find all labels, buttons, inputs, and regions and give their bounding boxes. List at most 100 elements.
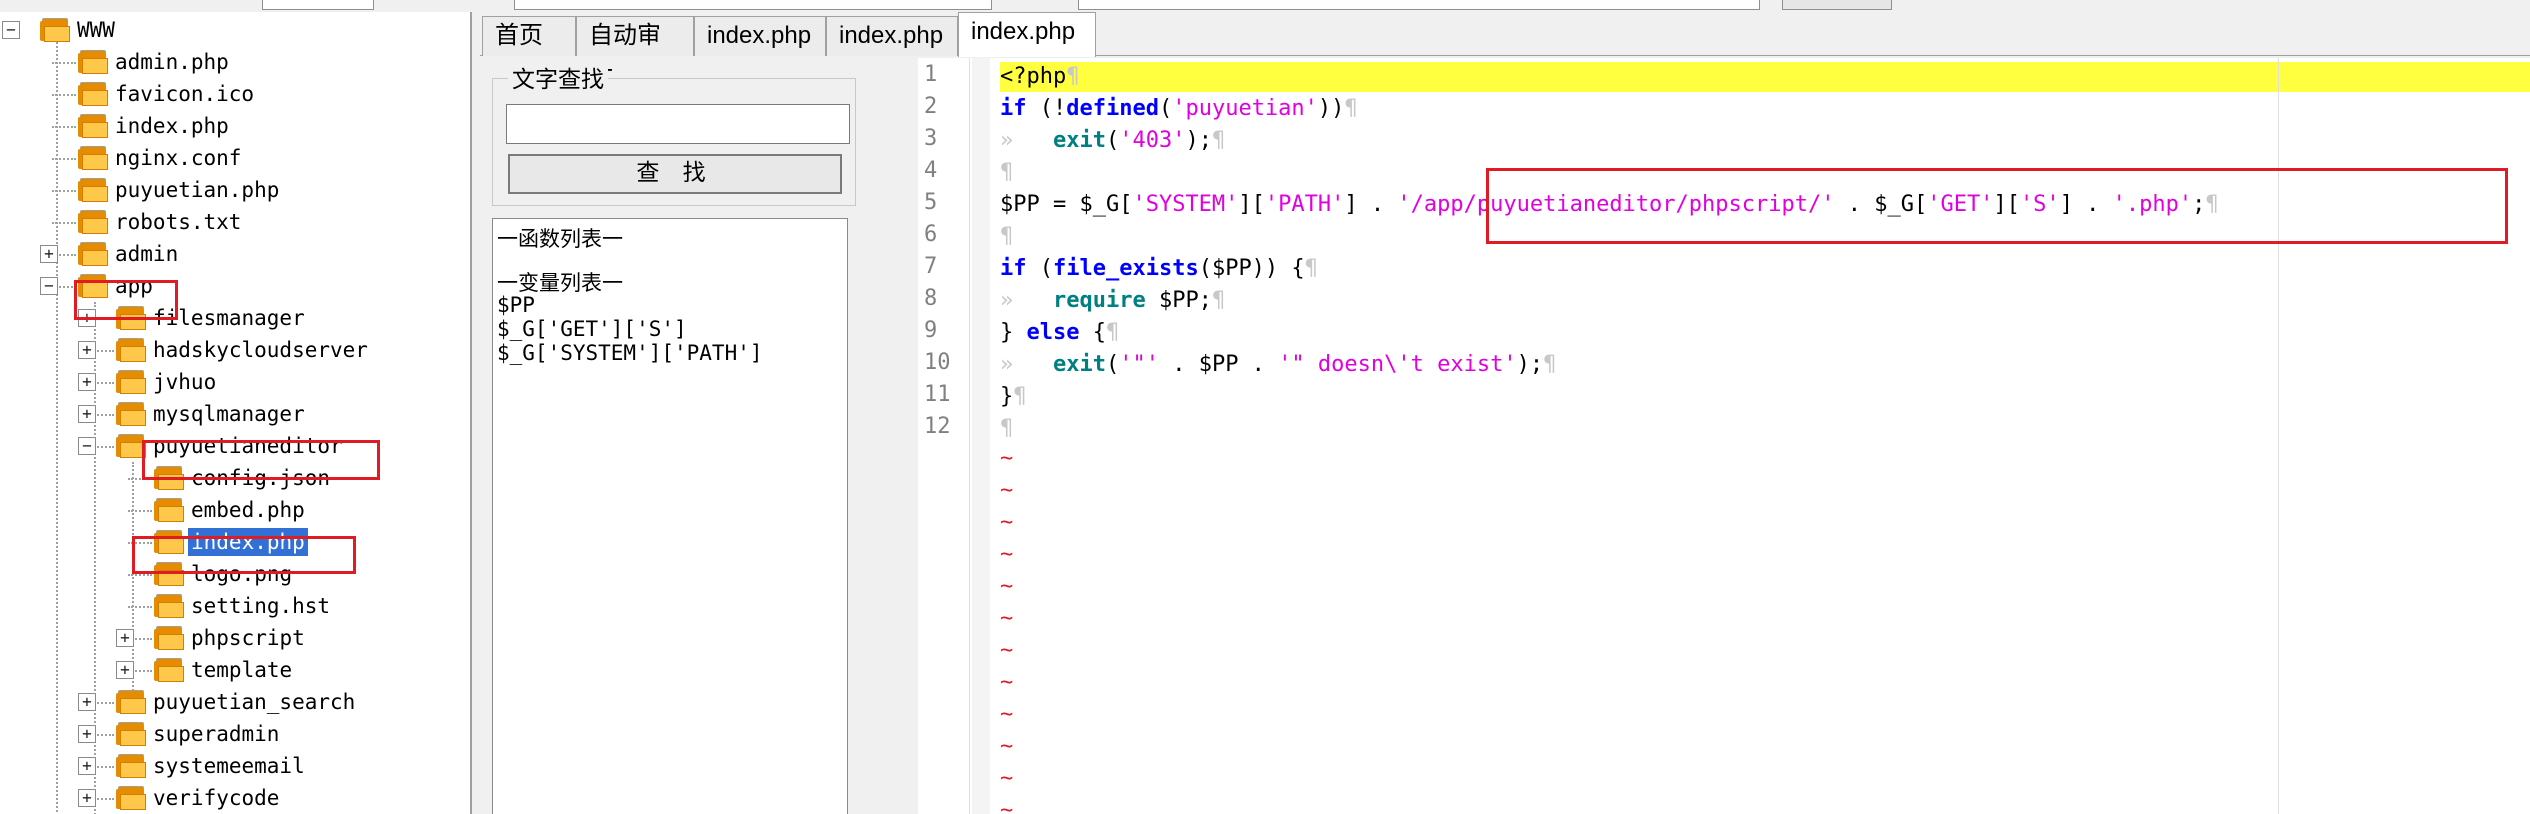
code-token: ¶ [1066, 64, 1080, 89]
code-token: ¶ [1344, 96, 1358, 121]
line-number: 3 [924, 126, 938, 151]
folder-icon [116, 370, 146, 394]
code-token: ¶ [1105, 320, 1120, 345]
tree-folder[interactable]: superadmin [116, 718, 282, 750]
expand-toggle[interactable]: + [116, 629, 134, 647]
variable-item[interactable]: $_G['SYSTEM']['PATH'] [497, 341, 763, 365]
code-line[interactable]: ¶ [1000, 222, 1013, 252]
code-line[interactable]: } else {¶ [1000, 318, 1119, 348]
tree-file[interactable]: robots.txt [78, 206, 244, 238]
folder-icon [78, 146, 108, 170]
variable-item[interactable]: $PP [497, 293, 535, 317]
tree-folder[interactable]: admin [78, 238, 181, 270]
line-number-gutter: 1 2 3 4 5 6 7 8 9 10 11 12 [918, 58, 970, 814]
expand-toggle[interactable]: + [78, 725, 96, 743]
search-button[interactable]: 查 找 [508, 154, 842, 194]
tree-item-label: puyuetian.php [115, 178, 280, 202]
tree-folder[interactable]: puyuetian_search [116, 686, 358, 718]
code-editor[interactable]: 1 2 3 4 5 6 7 8 9 10 11 12 <?php¶ if (!defined('puyu… [918, 58, 2530, 814]
empty-line-marker: ~ [1000, 638, 1014, 663]
folder-icon [78, 210, 108, 234]
code-token: } [1000, 384, 1014, 409]
code-token: ( [1158, 96, 1173, 121]
code-token: ] . [1344, 192, 1398, 217]
tree-guide-line [52, 190, 76, 192]
code-token: $PP; [1145, 288, 1212, 313]
tab-auto-audit[interactable]: 自动审计 [576, 16, 694, 87]
expand-toggle[interactable]: + [78, 789, 96, 807]
tree-item-label: admin.php [115, 50, 229, 74]
collapse-toggle[interactable]: − [78, 437, 96, 455]
code-token: '" doesn\'t exist' [1278, 352, 1517, 377]
code-token: '"' [1119, 352, 1159, 377]
tree-guide-line [52, 94, 76, 96]
code-audit-app: − WWW admin.php favicon.ico index.php nginx.c… [0, 0, 2530, 814]
annotation-box [142, 440, 380, 480]
search-input[interactable] [506, 104, 850, 144]
tree-folder[interactable]: phpscript [154, 622, 308, 654]
collapse-toggle[interactable]: − [2, 21, 20, 39]
code-line[interactable]: }¶ [1000, 382, 1027, 412]
tree-folder[interactable]: jvhuo [116, 366, 219, 398]
code-token: ($PP)) { [1198, 256, 1305, 281]
fold-margin[interactable] [972, 58, 990, 814]
tree-folder[interactable]: hadskycloudserver [116, 334, 371, 366]
tree-item-label: jvhuo [153, 370, 217, 394]
line-number: 6 [924, 222, 938, 247]
collapse-toggle[interactable]: − [40, 277, 58, 295]
code-token: <?php [1000, 64, 1067, 89]
tree-folder[interactable]: verifycode [116, 782, 282, 814]
tree-file[interactable]: embed.php [154, 494, 308, 526]
folder-icon [154, 498, 184, 522]
tab-index-php-3[interactable]: index.php [958, 12, 1096, 57]
line-number: 12 [924, 414, 951, 439]
folder-icon [78, 242, 108, 266]
code-line[interactable]: » exit('"' . $PP . '" doesn\'t exist');¶ [1000, 350, 1556, 380]
code-line[interactable]: ¶ [1000, 414, 1013, 444]
tree-file[interactable]: nginx.conf [78, 142, 244, 174]
variable-item[interactable]: $_G['GET']['S'] [497, 317, 687, 341]
tree-folder[interactable]: mysqlmanager [116, 398, 308, 430]
expand-toggle[interactable]: + [78, 373, 96, 391]
tree-item-label: systemeemail [153, 754, 305, 778]
top-path-input[interactable] [262, 0, 374, 10]
folder-icon [78, 114, 108, 138]
tab-index-php-2[interactable]: index.php [826, 16, 958, 56]
code-token: » [1000, 128, 1053, 153]
tree-folder[interactable]: WWW [40, 14, 118, 46]
tab-index-php-1[interactable]: index.php [694, 16, 826, 56]
code-line[interactable]: ¶ [1000, 158, 1013, 188]
expand-toggle[interactable]: + [116, 661, 134, 679]
tree-folder[interactable]: template [154, 654, 295, 686]
code-token: ( [1105, 128, 1120, 153]
tree-file[interactable]: admin.php [78, 46, 232, 78]
code-line[interactable]: » exit('403');¶ [1000, 126, 1225, 156]
file-tree[interactable]: − WWW admin.php favicon.ico index.php nginx.c… [0, 12, 472, 814]
tree-file[interactable]: index.php [78, 110, 232, 142]
top-url-input[interactable] [514, 0, 992, 10]
tree-file[interactable]: setting.hst [154, 590, 333, 622]
code-line[interactable]: » require $PP;¶ [1000, 286, 1225, 316]
tree-folder[interactable]: systemeemail [116, 750, 308, 782]
code-line[interactable]: if (!defined('puyuetian'))¶ [1000, 94, 1358, 124]
tree-file[interactable]: puyuetian.php [78, 174, 282, 206]
code-token: defined [1066, 96, 1159, 121]
expand-toggle[interactable]: + [78, 757, 96, 775]
expand-toggle[interactable]: + [78, 693, 96, 711]
tree-item-label: admin [115, 242, 179, 266]
folder-icon [154, 626, 184, 650]
expand-toggle[interactable]: + [40, 245, 58, 263]
expand-toggle[interactable]: + [78, 405, 96, 423]
tree-item-label: index.php [115, 114, 229, 138]
tree-item-label: mysqlmanager [153, 402, 305, 426]
tree-guide-line [128, 574, 152, 576]
expand-toggle[interactable]: + [78, 341, 96, 359]
tab-home[interactable]: 首页 [482, 16, 576, 56]
top-query-input[interactable] [1078, 0, 1760, 10]
code-token: ¶ [1304, 256, 1318, 281]
top-action-button[interactable] [1782, 0, 1892, 10]
tree-file[interactable]: favicon.ico [78, 78, 257, 110]
code-line[interactable]: <?php¶ [1000, 62, 1079, 92]
tree-item-label: WWW [77, 18, 115, 42]
code-line[interactable]: if (file_exists($PP)) {¶ [1000, 254, 1318, 284]
